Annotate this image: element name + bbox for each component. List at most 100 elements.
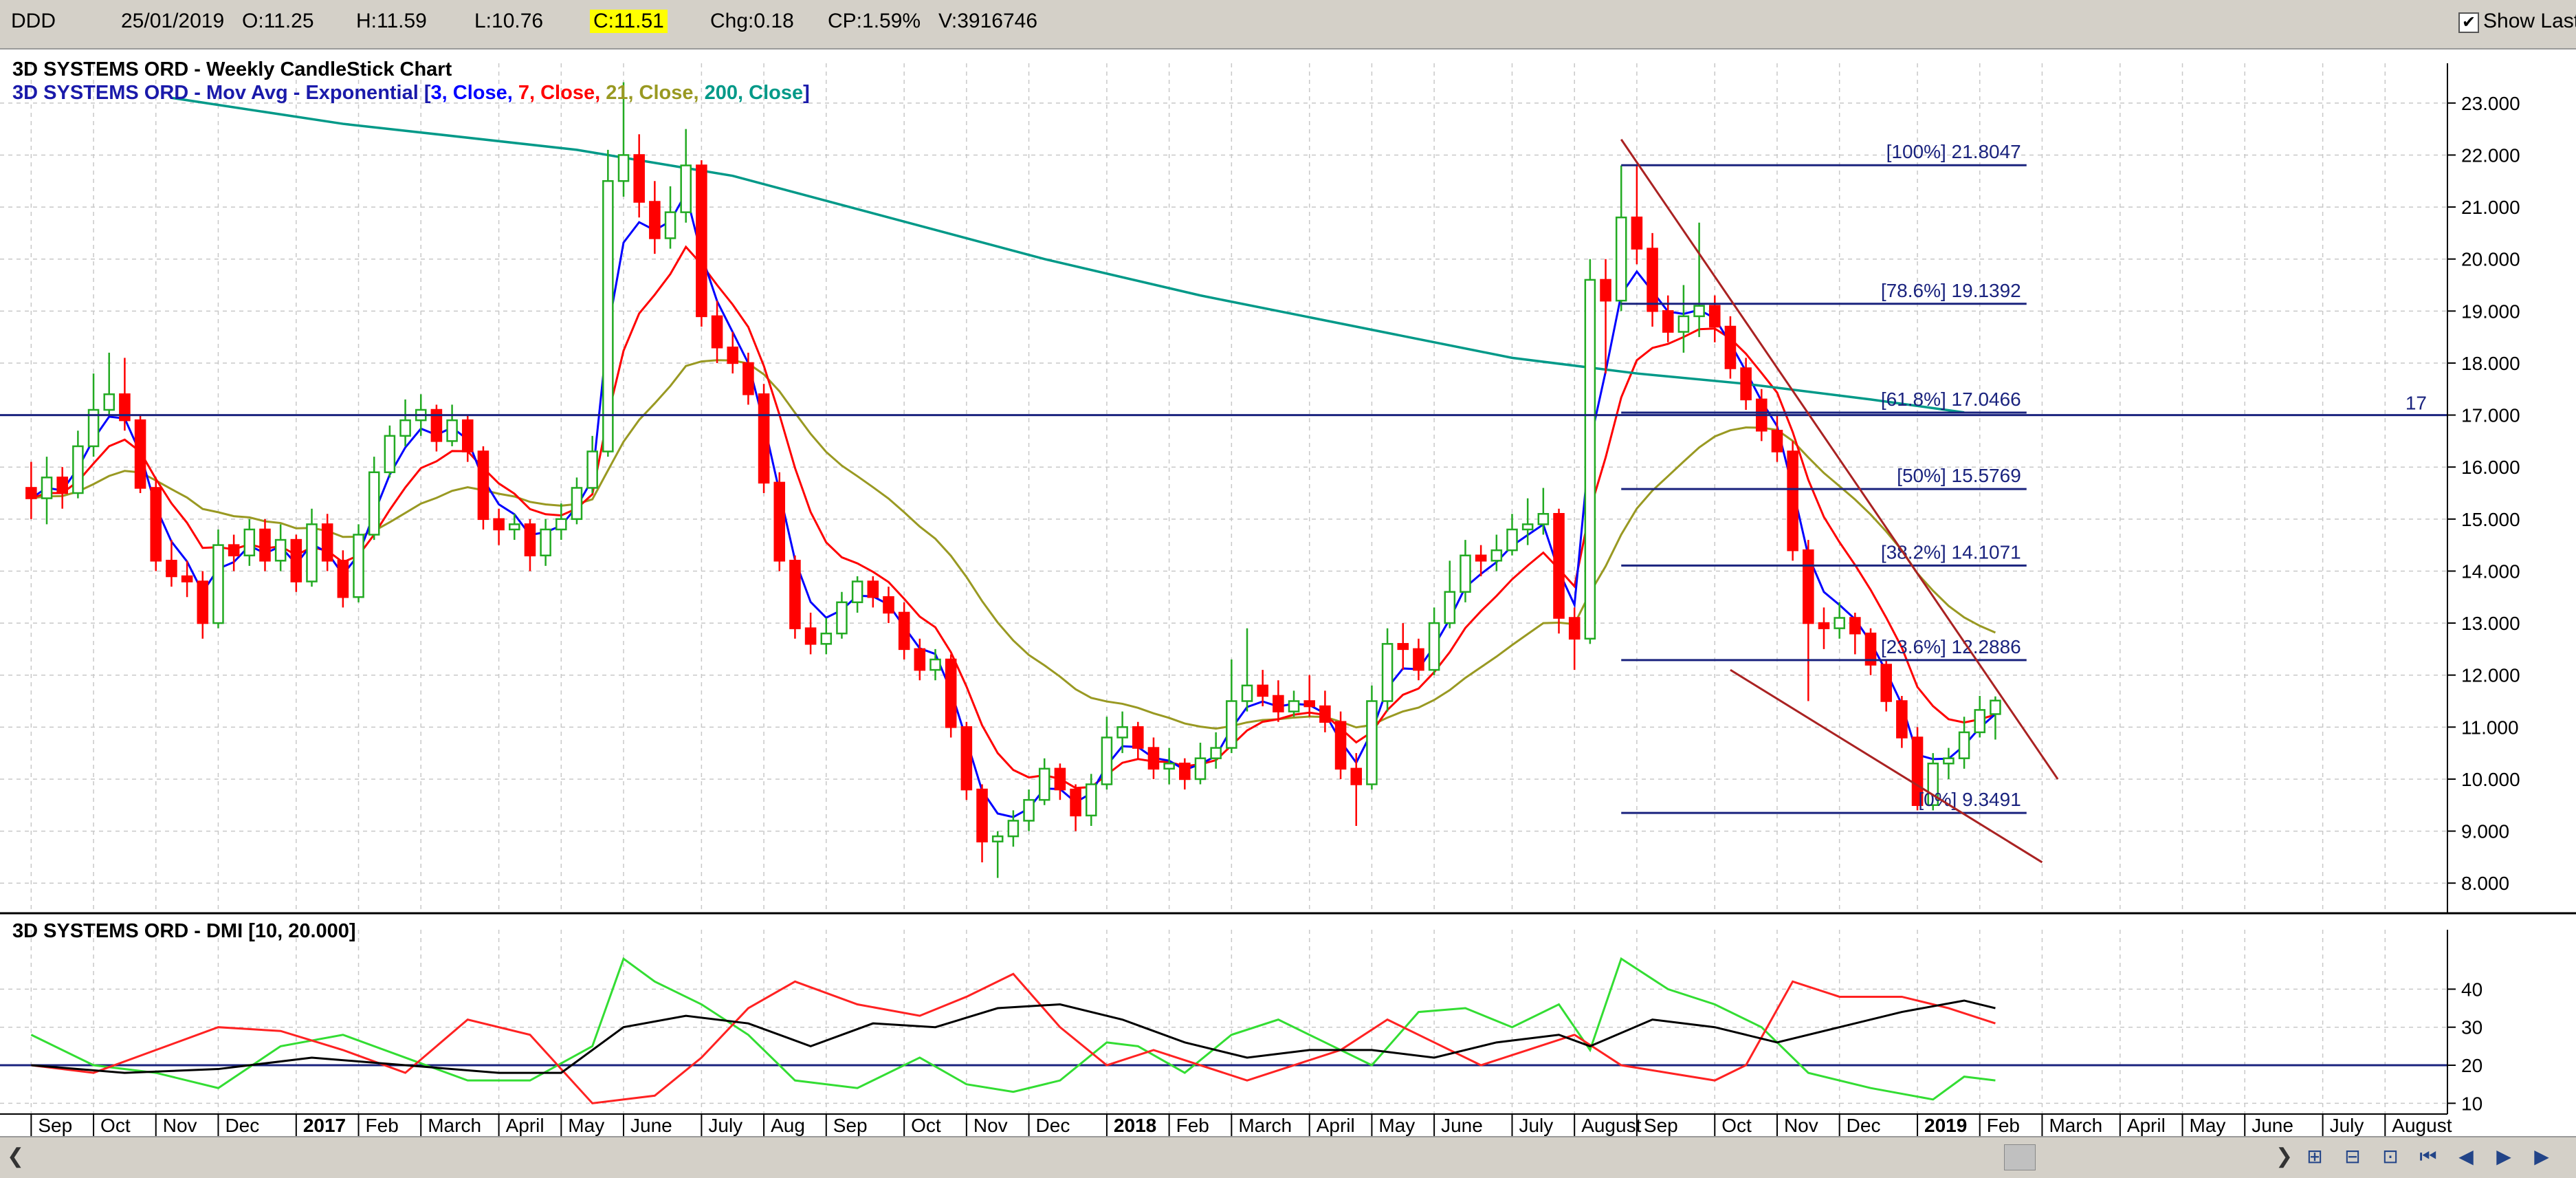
ema3-legend: 3, Close, (431, 82, 518, 104)
candle-body (1397, 643, 1409, 651)
candle-body (353, 534, 364, 598)
candle-body (711, 315, 723, 349)
time-axis: Sep Oct Nov Dec 2017 Feb March April May June July… (0, 1113, 2452, 1136)
candle-body (1210, 747, 1222, 759)
candle-body (1834, 617, 1845, 629)
time-tick-label: July (708, 1115, 742, 1136)
candle-body (820, 632, 833, 645)
quote-bar: DDD 25/01/2019 O:11.25 H:11.59 L:10.76 C… (0, 0, 2576, 50)
ema3-line (30, 190, 1996, 818)
fib-level-label: [50%] 15.5769 (1897, 465, 2021, 486)
candle-body (1849, 617, 1861, 635)
price-panel: 17 [100%] 21.8047 [78.6%] 19.1392 [61.8%] 1… (0, 58, 2520, 913)
ema21-legend: 21, Close, (606, 82, 704, 104)
candle-body (1007, 820, 1020, 838)
zoom-reset-icon[interactable]: ⊡ (2375, 1143, 2406, 1170)
candle-body (1600, 279, 1611, 302)
low-label: L:10.76 (474, 10, 544, 32)
time-tick-label: March (1238, 1115, 1292, 1136)
candle-body (586, 450, 598, 489)
candle-body (991, 835, 1004, 842)
candle-body (1615, 216, 1627, 302)
candle-body (1990, 699, 2001, 715)
next-bar-icon[interactable]: ▶ (2489, 1143, 2519, 1170)
first-bar-icon[interactable]: ⏮ (2413, 1143, 2443, 1170)
candle-body (649, 201, 661, 239)
candle-body (119, 393, 131, 422)
candle-body (1366, 700, 1378, 785)
candle-body (1662, 310, 1674, 333)
candle-body (461, 419, 474, 452)
last-bar-icon[interactable]: ▶ (2527, 1143, 2557, 1170)
candle-body (1460, 554, 1471, 593)
fib-level-label: [23.6%] 12.2886 (1881, 636, 2021, 657)
candle-body (1553, 513, 1565, 619)
ema7-line (30, 245, 1996, 789)
candle-body (898, 611, 910, 651)
candle-body (555, 518, 567, 531)
price-tick-label: 20.000 (2461, 249, 2520, 270)
ema200-legend: 200, Close (705, 82, 803, 104)
adx-line (31, 999, 1996, 1074)
zoom-out-icon[interactable]: ⊟ (2337, 1143, 2368, 1170)
candle-body (1490, 549, 1503, 562)
fib-level-label: [0%] 9.3491 (1918, 789, 2021, 810)
time-tick-label: May (568, 1115, 604, 1136)
scroll-left-arrow[interactable]: ❮ (7, 1144, 24, 1168)
candle-body (883, 596, 894, 614)
price-tick-label: 23.000 (2461, 93, 2520, 114)
candle-body (664, 211, 676, 239)
time-tick-label: Oct (1721, 1115, 1752, 1136)
dmi-panel: 40 30 20 10 3D SYSTEMS ORD - DMI [10, 20.00… (0, 920, 2483, 1136)
candle-body (399, 419, 411, 437)
candle-body (290, 538, 302, 582)
candle-body (1506, 528, 1518, 552)
candle-body (804, 627, 817, 645)
time-tick-label: Oct (911, 1115, 941, 1136)
candle-body (914, 648, 926, 671)
candle-body (1070, 788, 1081, 817)
candle-body (602, 180, 614, 452)
candle-body (1475, 554, 1487, 562)
candle-body (197, 580, 209, 624)
show-last-checkbox[interactable]: ✔ (2458, 12, 2479, 33)
candle-body (1319, 705, 1331, 723)
scroll-right-arrow[interactable]: ❯ (2276, 1144, 2293, 1168)
time-tick-label: March (2049, 1115, 2102, 1136)
candle-body (72, 445, 84, 494)
candle-body (1787, 450, 1798, 552)
show-last-label: Show Last (2483, 10, 2576, 32)
zoom-in-icon[interactable]: ⊞ (2300, 1143, 2330, 1170)
candle-body (1163, 763, 1175, 770)
candle-body (321, 523, 333, 562)
ema7-legend: 7, Close, (518, 82, 606, 104)
candle-body (1724, 325, 1737, 369)
time-tick-label: Nov (973, 1115, 1008, 1136)
time-tick-label: 2018 (1114, 1115, 1156, 1136)
time-tick-label: Oct (100, 1115, 131, 1136)
time-tick-label: Dec (225, 1115, 259, 1136)
candle-body (509, 523, 520, 531)
candle-body (960, 726, 973, 791)
time-tick-label: 2019 (1924, 1115, 1967, 1136)
time-tick-label: Sep (38, 1115, 72, 1136)
candle-body (929, 658, 941, 671)
candle-body (633, 154, 645, 203)
symbol-label: DDD (11, 10, 56, 32)
candle-body (1054, 767, 1066, 791)
price-tick-label: 18.000 (2461, 353, 2520, 374)
prev-bar-icon[interactable]: ◀ (2451, 1143, 2481, 1170)
scroll-thumb[interactable] (2004, 1144, 2036, 1170)
time-tick-label: Feb (366, 1115, 399, 1136)
candle-body (758, 393, 770, 484)
time-tick-label: 2017 (303, 1115, 346, 1136)
chart-scrollbar[interactable]: ❮ ❯ ⊞ ⊟ ⊡ ⏮ ◀ ▶ ▶ (0, 1136, 2576, 1178)
candle-body (56, 477, 68, 494)
time-tick-label: April (1317, 1115, 1355, 1136)
price-chart-title: 3D SYSTEMS ORD - Weekly CandleStick Char… (12, 58, 452, 80)
candle-body (1132, 726, 1144, 749)
candle-body (1896, 700, 1908, 739)
candle-body (789, 560, 801, 629)
price-tick-label: 15.000 (2461, 509, 2520, 530)
candle-body (1818, 622, 1830, 629)
